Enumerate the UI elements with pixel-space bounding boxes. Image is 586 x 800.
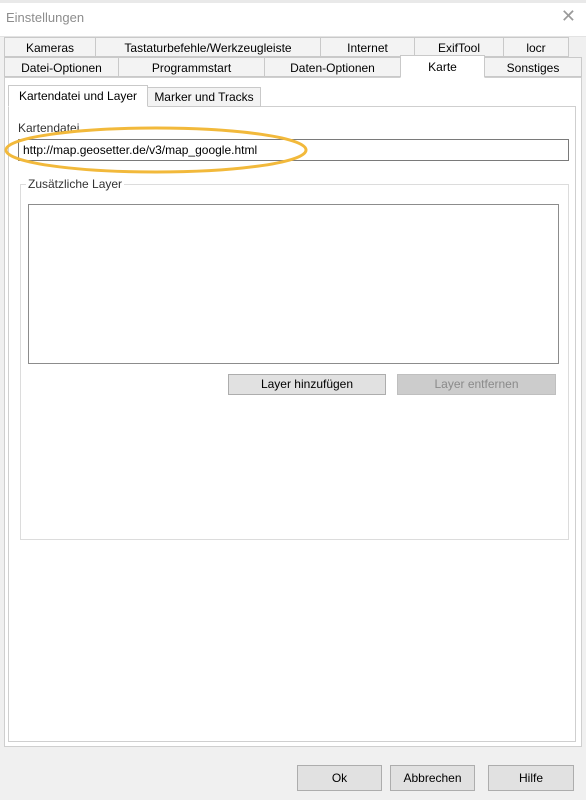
subtab-marker-und-tracks[interactable]: Marker und Tracks <box>147 87 261 107</box>
additional-layers-label: Zusätzliche Layer <box>26 177 125 191</box>
help-button[interactable]: Hilfe <box>488 765 574 791</box>
add-layer-button[interactable]: Layer hinzufügen <box>228 374 386 395</box>
tab-locr[interactable]: locr <box>503 37 569 57</box>
cancel-button[interactable]: Abbrechen <box>390 765 475 791</box>
window-title: Einstellungen <box>6 10 85 25</box>
tab-programmstart[interactable]: Programmstart <box>118 57 265 77</box>
ok-button[interactable]: Ok <box>297 765 382 791</box>
tab-datei-optionen[interactable]: Datei-Optionen <box>4 57 119 77</box>
tab-tastaturbefehle[interactable]: Tastaturbefehle/Werkzeugleiste <box>95 37 321 57</box>
layer-list[interactable] <box>28 204 559 364</box>
tab-exiftool[interactable]: ExifTool <box>414 37 504 57</box>
tab-kameras[interactable]: Kameras <box>4 37 96 57</box>
highlight-ellipse <box>4 126 308 174</box>
remove-layer-button[interactable]: Layer entfernen <box>397 374 556 395</box>
tab-internet[interactable]: Internet <box>320 37 415 57</box>
title-bar: Einstellungen ✕ <box>0 0 586 37</box>
title-bar-top-stripe <box>0 0 586 3</box>
subtab-kartendatei-und-layer[interactable]: Kartendatei und Layer <box>8 85 148 107</box>
tab-karte[interactable]: Karte <box>400 55 485 78</box>
tab-daten-optionen[interactable]: Daten-Optionen <box>264 57 401 77</box>
tab-sonstiges[interactable]: Sonstiges <box>484 57 582 77</box>
close-icon[interactable]: ✕ <box>561 6 576 26</box>
